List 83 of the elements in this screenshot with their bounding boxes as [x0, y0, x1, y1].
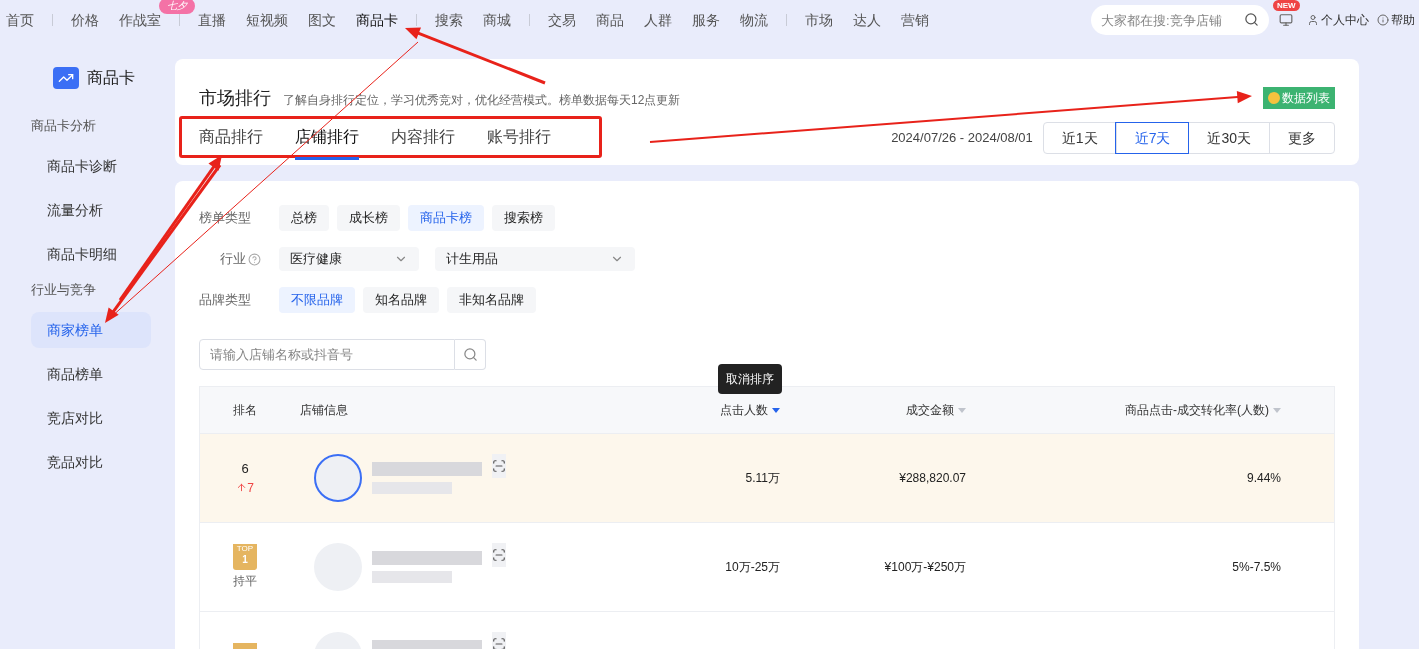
tab[interactable]: 店铺排行 — [295, 125, 359, 160]
nav-link[interactable]: 首页 — [6, 11, 34, 28]
table-cell: 9.44% — [1246, 471, 1281, 485]
scan-button[interactable] — [492, 543, 506, 567]
scan-button[interactable] — [492, 632, 506, 649]
nav-link[interactable]: 交易 — [548, 11, 576, 28]
filter-chip[interactable]: 非知名品牌 — [447, 287, 536, 313]
filter-chip[interactable]: 搜索榜 — [492, 205, 555, 231]
nav-link[interactable]: 直播 — [198, 11, 226, 28]
nav-link[interactable]: 营销 — [901, 11, 929, 28]
rank-change: 7 — [247, 479, 254, 497]
nav-link[interactable]: 服务 — [692, 11, 720, 28]
industry-select[interactable]: 医疗健康 — [279, 247, 419, 271]
tooltip: 取消排序 — [718, 364, 782, 394]
filter-chip[interactable]: 成长榜 — [337, 205, 400, 231]
range-button[interactable]: 近7天 — [1115, 123, 1189, 153]
new-badge: NEW — [1273, 0, 1300, 11]
nav-link[interactable]: 达人 — [853, 11, 881, 28]
tab[interactable]: 内容排行 — [391, 125, 455, 160]
sidebar-item[interactable]: 商品榜单 — [31, 356, 151, 392]
nav-link[interactable]: 短视频 — [246, 11, 288, 28]
tab[interactable]: 账号排行 — [487, 125, 551, 160]
top-badge: TOP 1 — [233, 544, 257, 570]
sidebar-item[interactable]: 竞品对比 — [31, 444, 151, 480]
rank-number: 6 — [241, 460, 249, 479]
search-icon — [462, 347, 478, 362]
logo-icon — [53, 67, 79, 89]
search-icon — [1244, 12, 1259, 27]
table-cell: 10万-25万 — [725, 560, 780, 574]
column-header: 排名 — [233, 402, 257, 419]
nav-link[interactable]: 搜索 — [435, 11, 463, 28]
user-icon — [1307, 14, 1319, 26]
rank-change: 持平 — [233, 573, 257, 590]
nav-link[interactable]: 商城 — [483, 11, 511, 28]
sort-icon[interactable] — [772, 407, 780, 413]
help-icon — [1377, 14, 1389, 26]
monitor-icon[interactable] — [1279, 13, 1293, 27]
table-cell: ¥100万-¥250万 — [884, 560, 966, 574]
filter-chip[interactable]: 不限品牌 — [279, 287, 355, 313]
sidebar-item[interactable]: 商品卡明细 — [31, 236, 151, 272]
scan-button[interactable] — [492, 454, 506, 478]
table-cell: 5.11万 — [745, 471, 780, 485]
range-button[interactable]: 近30天 — [1188, 123, 1269, 153]
user-center-link[interactable]: 个人中心 — [1321, 11, 1369, 29]
nav-link[interactable]: 作战室 — [119, 11, 161, 28]
sidebar-item[interactable]: 商品卡诊断 — [31, 148, 151, 184]
page-subtitle: 了解自身排行定位，学习优秀竞对，优化经营模式。榜单数据每天12点更新 — [283, 92, 681, 109]
store-search-field[interactable]: 请输入店铺名称或抖音号 — [199, 339, 455, 370]
help-link[interactable]: 帮助 — [1391, 11, 1415, 29]
search-field[interactable]: 大家都在搜:竞争店铺 — [1091, 5, 1269, 35]
range-button[interactable]: 更多 — [1269, 123, 1334, 153]
filter-label: 行业 — [219, 250, 246, 269]
column-header: 商品点击-成交转化率(人数) — [1125, 402, 1269, 419]
section-label: 行业与竞争 — [30, 281, 97, 299]
table-cell: ¥288,820.07 — [899, 471, 966, 485]
section-label: 商品卡分析 — [30, 117, 97, 135]
nav-link[interactable]: 商品卡 — [356, 11, 398, 28]
industry-select[interactable]: 计生用品 — [435, 247, 635, 271]
sidebar-item[interactable]: 商家榜单 — [31, 312, 151, 348]
range-button[interactable]: 近1天 — [1043, 123, 1116, 153]
filter-chip[interactable]: 知名品牌 — [363, 287, 439, 313]
nav-link[interactable]: 物流 — [740, 11, 768, 28]
arrow-up-icon — [236, 482, 248, 494]
filter-chip[interactable]: 总榜 — [279, 205, 329, 231]
tab[interactable]: 商品排行 — [199, 125, 263, 160]
column-header: 点击人数 — [720, 402, 768, 419]
sidebar-item[interactable]: 流量分析 — [31, 192, 151, 228]
column-header: 店铺信息 — [300, 402, 348, 419]
festival-badge: 七夕 — [159, 0, 195, 14]
search-button[interactable] — [455, 339, 486, 370]
nav-link[interactable]: 图文 — [308, 11, 336, 28]
nav-link[interactable]: 市场 — [805, 11, 833, 28]
page-title: 市场排行 — [199, 87, 271, 110]
sidebar-item[interactable]: 竞店对比 — [31, 400, 151, 436]
date-range: 2024/07/26 - 2024/08/01 — [891, 129, 1033, 148]
column-header: 成交金额 — [906, 402, 954, 419]
nav-link[interactable]: 商品 — [596, 11, 624, 28]
nav-link[interactable]: 人群 — [644, 11, 672, 28]
nav-link[interactable]: 价格 — [71, 11, 99, 28]
sidebar-title: 商品卡 — [87, 68, 135, 88]
filter-label: 品牌类型 — [199, 291, 252, 310]
filter-chip[interactable]: 商品卡榜 — [408, 205, 484, 231]
table-cell: 5%-7.5% — [1232, 560, 1281, 574]
